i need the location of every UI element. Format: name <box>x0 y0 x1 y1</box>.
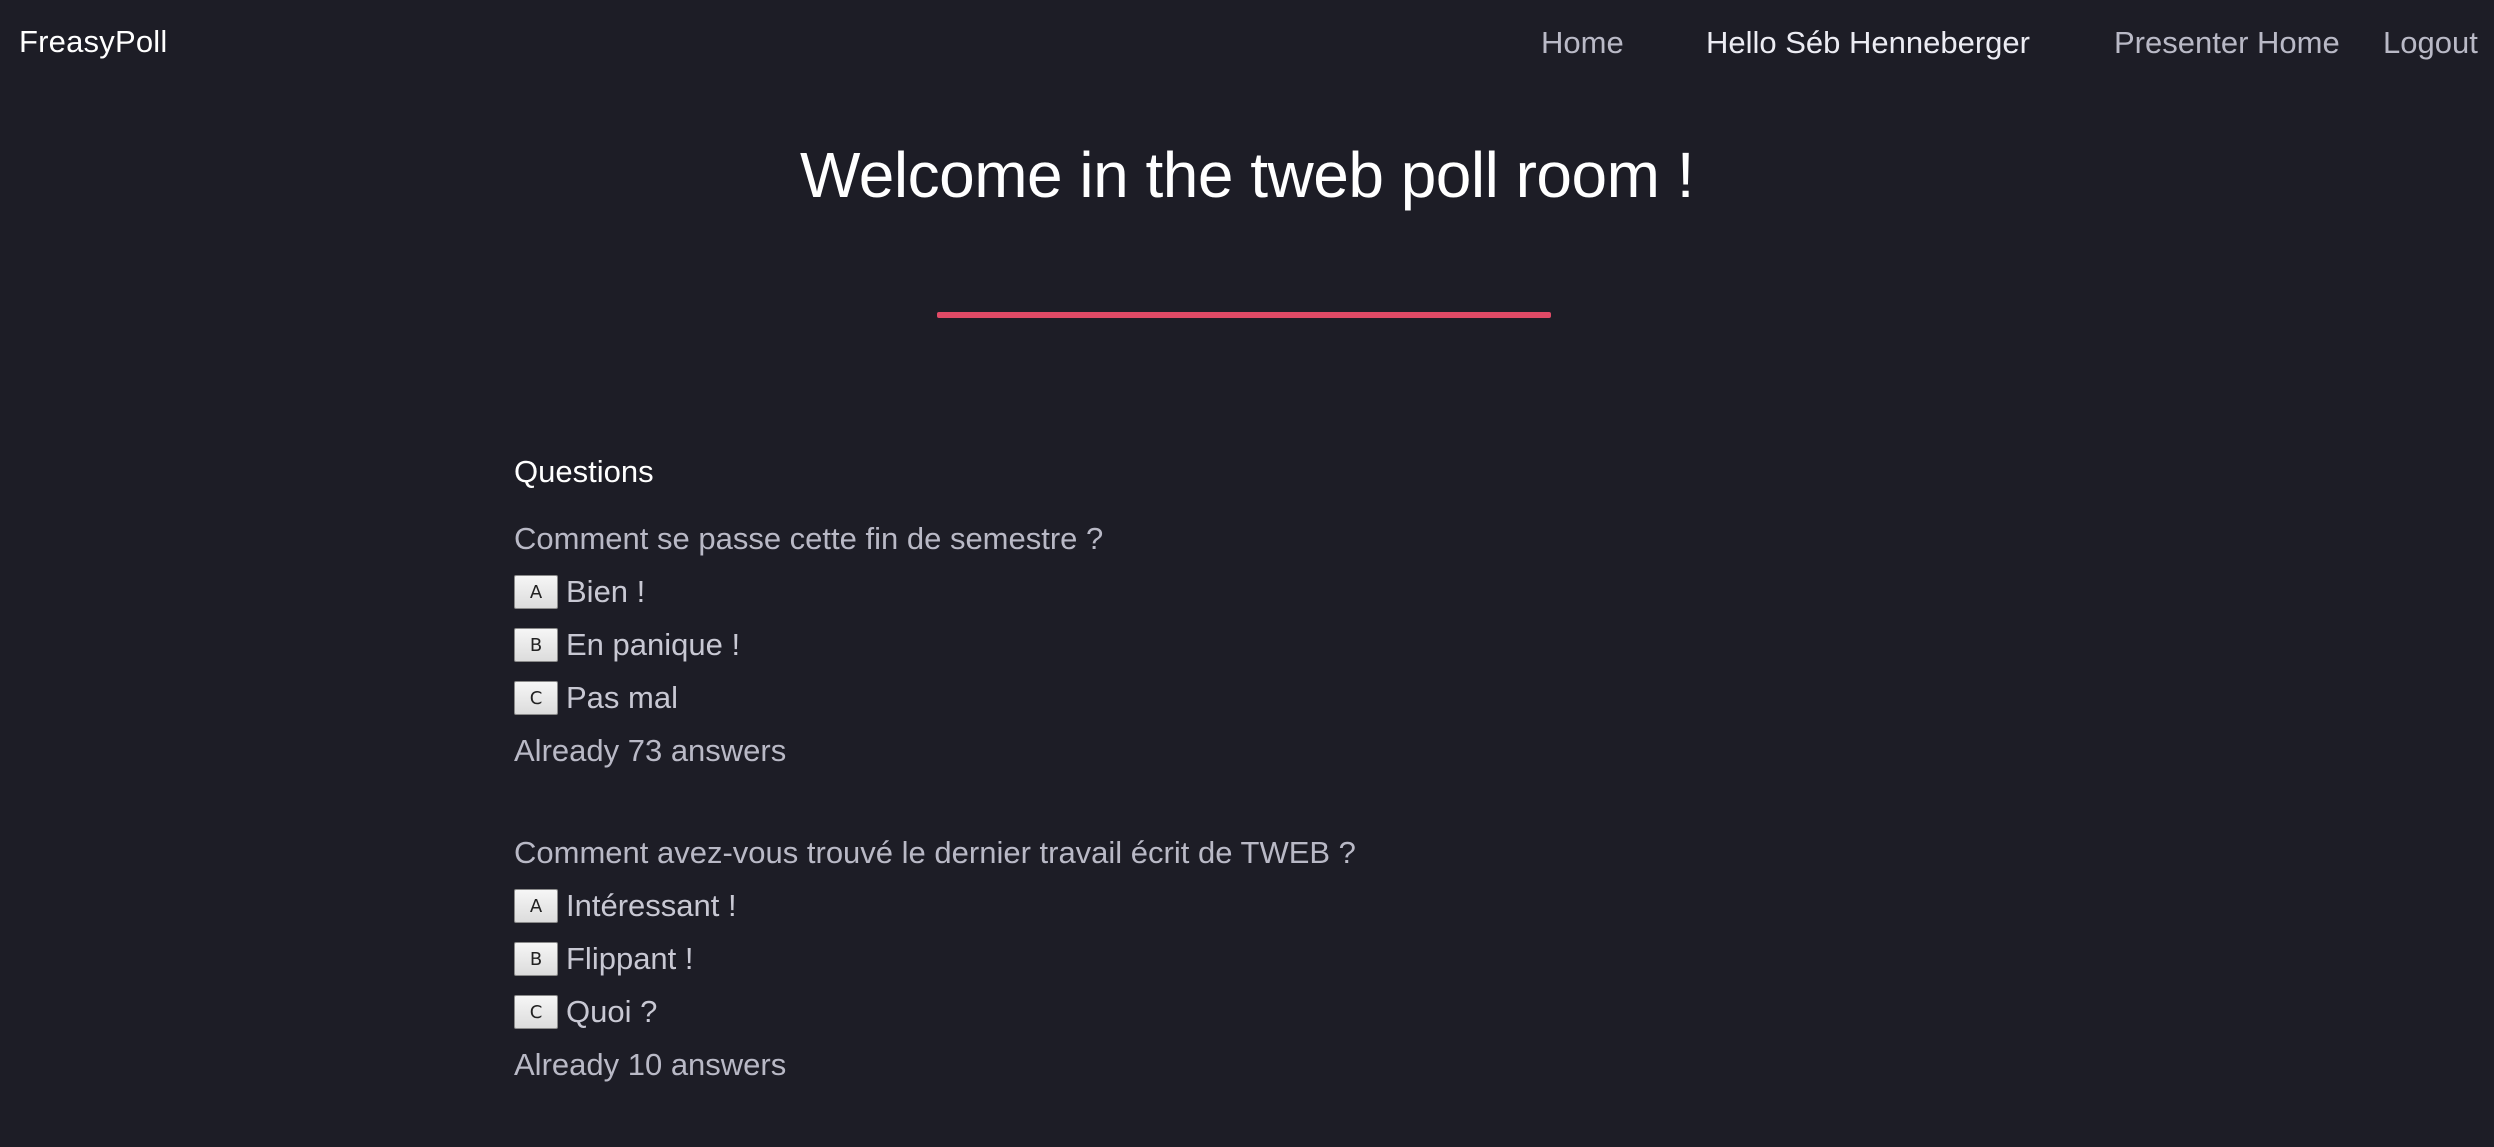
answer-b-button[interactable]: B <box>514 628 558 662</box>
answer-label: En panique ! <box>566 627 741 662</box>
answer-count: Already 10 answers <box>514 1047 787 1082</box>
answer-count: Already 73 answers <box>514 733 787 768</box>
brand-logo-link[interactable]: FreasyPoll <box>19 24 167 60</box>
answer-option: A Intéressant ! <box>514 886 1914 926</box>
answer-label: Bien ! <box>566 574 646 609</box>
answer-option: B En panique ! <box>514 625 1914 665</box>
answer-label: Pas mal <box>566 680 678 715</box>
questions-heading: Questions <box>514 454 654 489</box>
answer-option: C Quoi ? <box>514 992 1914 1032</box>
question-card: Comment se passe cette fin de semestre ?… <box>514 519 1914 771</box>
answer-option: A Bien ! <box>514 572 1914 612</box>
question-card: Comment avez-vous trouvé le dernier trav… <box>514 833 1914 1085</box>
question-text: Comment se passe cette fin de semestre ? <box>514 521 1104 556</box>
nav-logout-link[interactable]: Logout <box>2383 25 2478 61</box>
answer-b-button[interactable]: B <box>514 942 558 976</box>
nav-presenter-home-link[interactable]: Presenter Home <box>2114 25 2340 61</box>
answer-a-button[interactable]: A <box>514 889 558 923</box>
page-title: Welcome in the tweb poll room ! <box>800 139 1694 211</box>
answer-a-button[interactable]: A <box>514 575 558 609</box>
answer-c-button[interactable]: C <box>514 681 558 715</box>
answer-label: Flippant ! <box>566 941 694 976</box>
answer-option: C Pas mal <box>514 678 1914 718</box>
top-navbar: FreasyPoll Home Hello Séb Henneberger Pr… <box>0 0 2494 88</box>
question-text: Comment avez-vous trouvé le dernier trav… <box>514 835 1356 870</box>
nav-home-link[interactable]: Home <box>1541 25 1624 61</box>
answer-option: B Flippant ! <box>514 939 1914 979</box>
answer-label: Quoi ? <box>566 994 658 1029</box>
answer-c-button[interactable]: C <box>514 995 558 1029</box>
questions-section: Questions Comment se passe cette fin de … <box>514 452 1914 1147</box>
user-greeting: Hello Séb Henneberger <box>1706 25 2030 60</box>
title-divider <box>937 312 1551 318</box>
answer-label: Intéressant ! <box>566 888 737 923</box>
